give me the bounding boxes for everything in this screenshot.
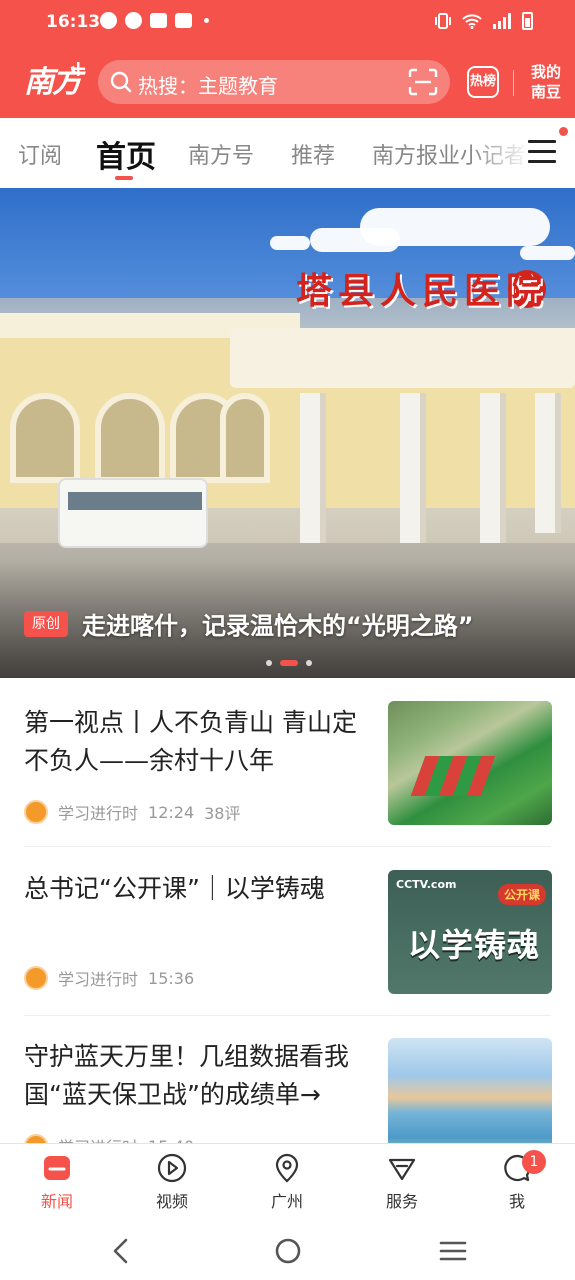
scan-icon[interactable] <box>408 68 438 96</box>
nav-video[interactable]: 视频 <box>132 1152 212 1212</box>
chat-notification-icon <box>100 12 117 29</box>
tabs-fade <box>470 118 530 186</box>
search-icon <box>110 71 132 93</box>
mail-notification-icon <box>150 13 167 28</box>
news-title[interactable]: 总书记“公开课”｜以学铸魂 <box>24 870 379 908</box>
news-title[interactable]: 守护蓝天万里！几组数据看我国“蓝天保卫战”的成绩单→ <box>24 1038 379 1114</box>
tab-home[interactable]: 首页 <box>96 132 156 176</box>
original-badge: 原创 <box>24 611 68 637</box>
news-icon <box>44 1156 70 1180</box>
status-bar: 16:13 <box>0 0 575 46</box>
search-hot-query: 热搜：主题教育 <box>138 74 278 98</box>
news-title[interactable]: 第一视点丨人不负青山 青山定不负人——余村十八年 <box>24 704 379 780</box>
location-pin-icon <box>275 1153 299 1183</box>
video-icon <box>157 1153 187 1183</box>
hero-title[interactable]: 走进喀什，记录温恰木的“光明之路” <box>82 606 474 641</box>
news-meta: 学习进行时 15:36 <box>24 966 194 990</box>
cctv-logo: CCTV.com <box>396 878 457 891</box>
carousel-dot-active <box>280 660 298 666</box>
my-nandou-line2: 南豆 <box>530 83 561 101</box>
news-time: 15:36 <box>148 968 195 988</box>
channel-tabs: 订阅 首页 南方号 推荐 南方报业小记者 <box>0 118 575 189</box>
mail-notification-icon-2 <box>175 13 192 28</box>
vibrate-icon <box>435 13 451 29</box>
signal-icon <box>493 13 511 29</box>
app-notification-icon <box>125 12 142 29</box>
bottom-nav: 新闻 视频 广州 服务 我 <box>0 1143 575 1222</box>
my-nandou-line1: 我的 <box>530 63 561 81</box>
nav-guangzhou[interactable]: 广州 <box>247 1152 327 1212</box>
news-meta: 学习进行时 12:24 38评 <box>24 800 241 824</box>
service-icon <box>388 1158 416 1181</box>
more-notifications-icon <box>204 18 209 23</box>
recents-menu-icon[interactable] <box>437 1235 469 1267</box>
menu-new-dot <box>559 127 568 136</box>
header-divider <box>513 70 514 96</box>
hero-carousel[interactable]: 塔县人民医院 <box>0 188 575 678</box>
system-nav-bar <box>0 1221 575 1280</box>
news-thumbnail[interactable]: CCTV.com 公开课 以学铸魂 <box>388 870 552 994</box>
notification-icons <box>100 12 209 29</box>
news-thumbnail[interactable] <box>388 701 552 825</box>
channel-menu-icon[interactable] <box>528 138 556 166</box>
nav-label: 我 <box>508 1192 525 1211</box>
list-divider <box>24 846 551 847</box>
profile-badge: 1 <box>522 1150 546 1174</box>
news-time: 12:24 <box>148 802 195 822</box>
search-bar[interactable]: 热搜：主题教育 <box>98 60 450 104</box>
news-item[interactable]: 总书记“公开课”｜以学铸魂 学习进行时 15:36 CCTV.com 公开课 以… <box>0 870 575 1038</box>
news-source: 学习进行时 <box>58 804 139 823</box>
system-status-icons <box>434 12 533 30</box>
app-logo[interactable]: 南方 + <box>24 56 87 108</box>
nav-service[interactable]: 服务 <box>362 1152 442 1212</box>
list-divider <box>24 1015 551 1016</box>
tab-subscribe[interactable]: 订阅 <box>18 138 62 170</box>
status-time: 16:13 <box>46 12 101 32</box>
source-avatar <box>24 800 48 824</box>
nav-label: 新闻 <box>40 1192 73 1211</box>
source-avatar <box>24 966 48 990</box>
nav-label: 服务 <box>385 1192 418 1211</box>
carousel-dot <box>266 660 272 666</box>
tab-nanfanghao[interactable]: 南方号 <box>188 138 254 170</box>
carousel-indicator <box>266 660 312 666</box>
my-nandou-button[interactable]: 我的 南豆 <box>523 62 569 102</box>
logo-plus: + <box>69 56 87 82</box>
carousel-dot <box>306 660 312 666</box>
active-tab-indicator <box>115 176 133 180</box>
battery-icon <box>522 12 533 30</box>
nav-label: 广州 <box>270 1192 303 1211</box>
home-icon[interactable] <box>272 1235 304 1267</box>
thumb-tag: 公开课 <box>497 884 546 905</box>
hot-list-button[interactable]: 热榜 <box>467 66 499 98</box>
top-header: 16:13 南方 + 热搜：主题教育 热榜 我的 南豆 <box>0 0 575 118</box>
back-icon[interactable] <box>106 1235 138 1267</box>
hospital-sign: 塔县人民医院 <box>296 270 549 312</box>
news-comments: 38评 <box>204 804 241 823</box>
nav-label: 视频 <box>155 1192 188 1211</box>
thumb-headline: 以学铸魂 <box>408 926 541 964</box>
nav-news[interactable]: 新闻 <box>17 1152 97 1212</box>
wifi-icon <box>462 14 482 29</box>
news-source: 学习进行时 <box>58 970 139 989</box>
tab-recommend[interactable]: 推荐 <box>291 138 335 170</box>
